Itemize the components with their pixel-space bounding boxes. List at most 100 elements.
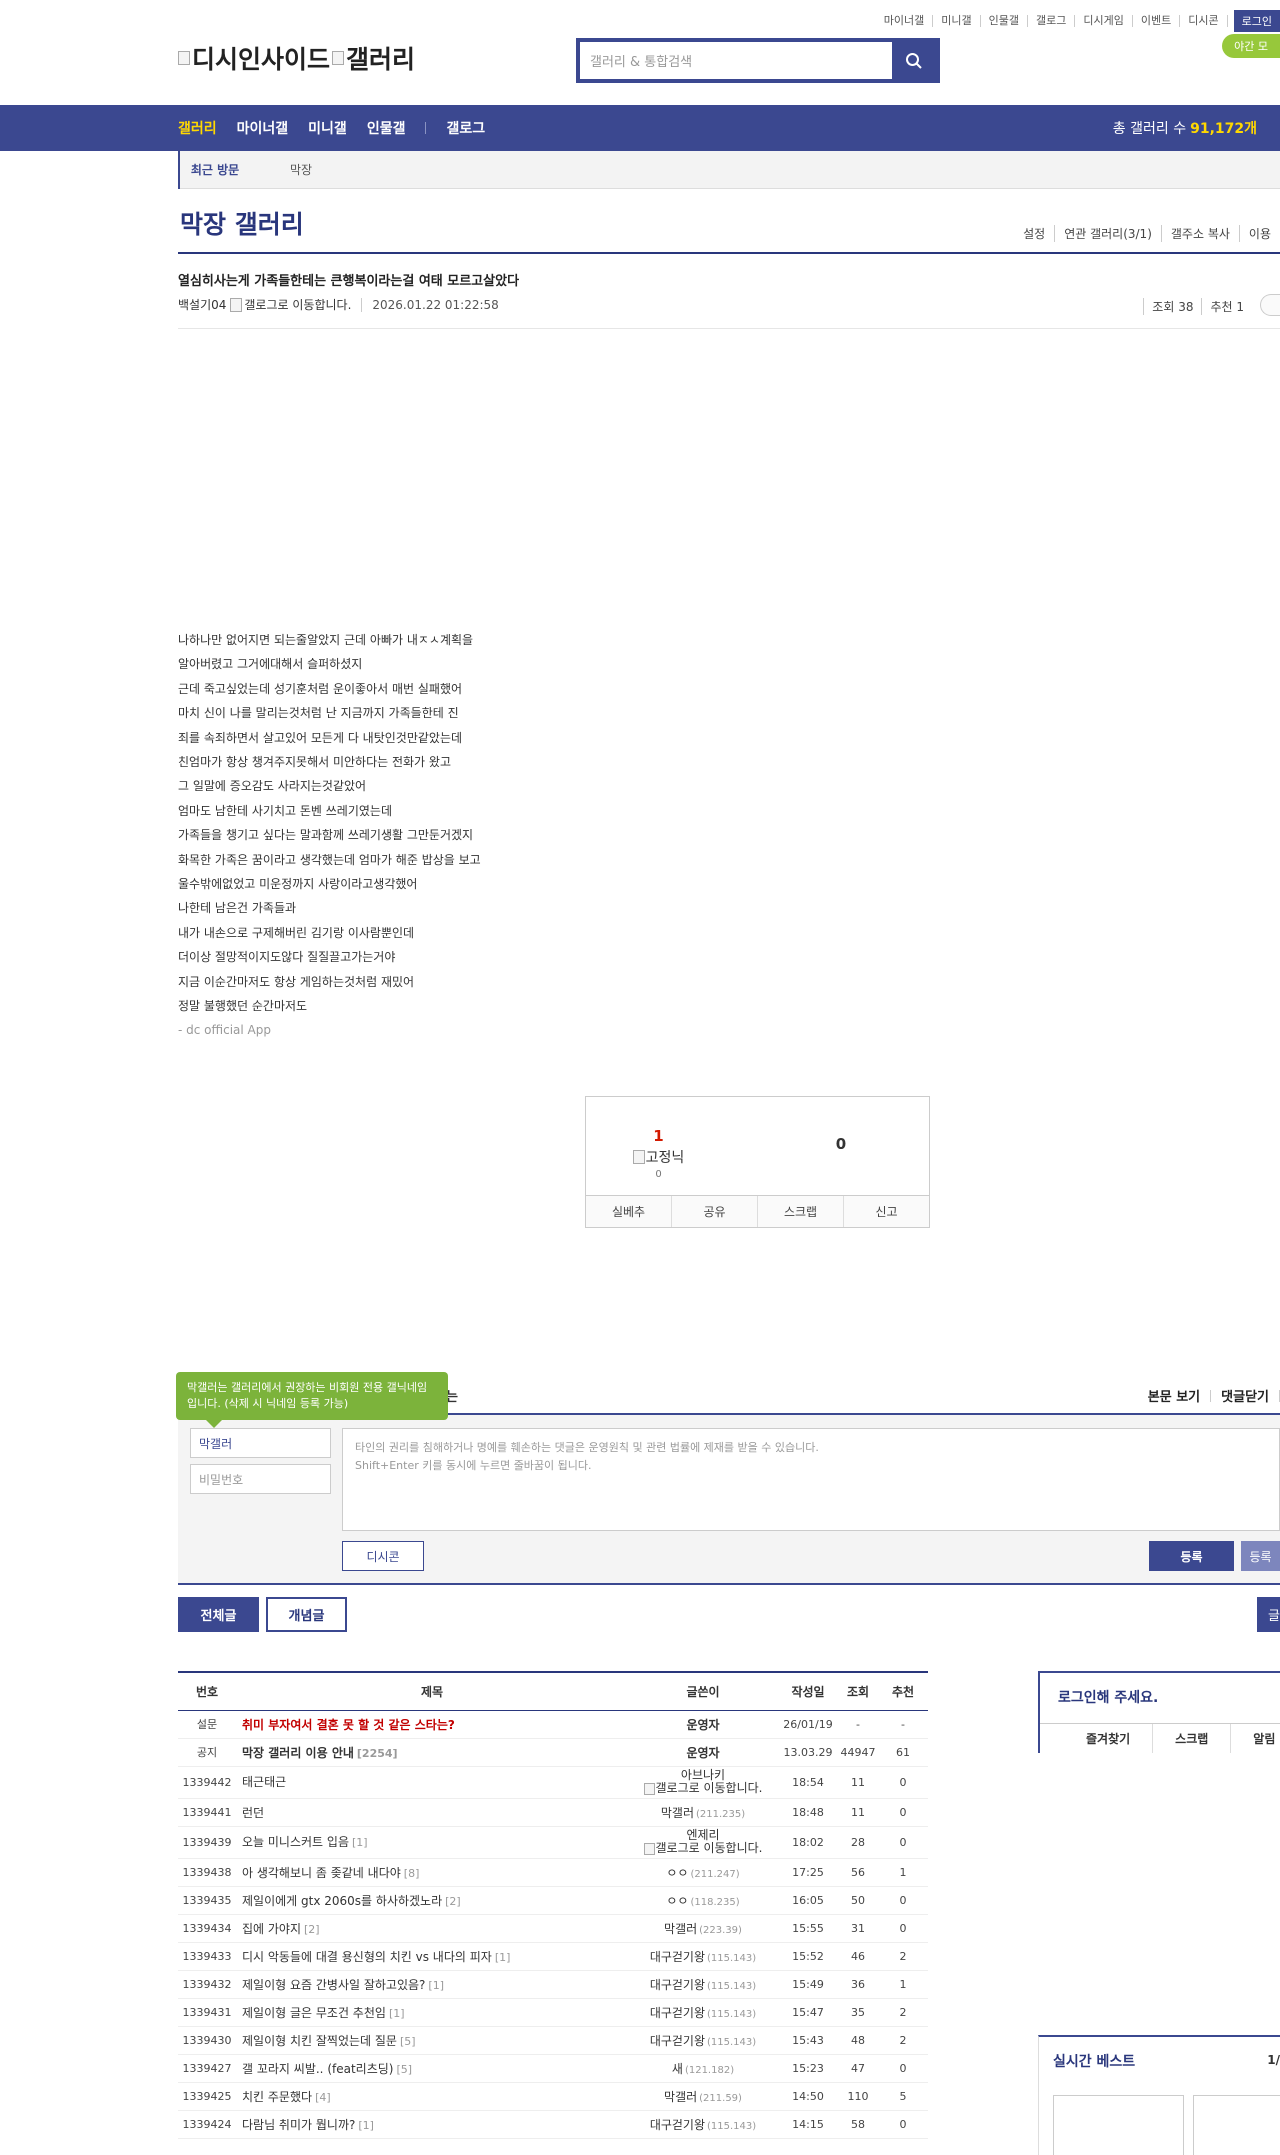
tab-recommended-posts[interactable]: 개념글 [266,1597,347,1632]
reply-count[interactable]: [1] [495,1951,511,1964]
nav-gallery[interactable]: 갤러리 [178,118,217,138]
recent-visit-item[interactable]: 막장 [290,161,312,178]
scrap-link[interactable]: 스크랩 [1152,1724,1230,1753]
reply-count[interactable]: [1] [358,2119,374,2132]
writer-name[interactable]: 대구걷기왕 [650,1950,705,1964]
post-author[interactable]: 백설기04 [178,296,226,313]
view-post-button[interactable]: 본문 보기 [1138,1386,1210,1405]
reply-count[interactable]: [2] [304,1923,320,1936]
post-title-link[interactable]: 집에 가야지 [242,1922,301,1936]
post-title-link[interactable]: 치킨 주문했다 [242,2090,312,2104]
reply-count[interactable]: [1] [389,2007,405,2020]
table-row[interactable]: 1339434 집에 가야지 [2] 막갤러 (223.39) 15:55 31 0 [178,1914,1018,1943]
post-title-cell[interactable]: 아 생각해보니 좀 좆같네 내다야 [8] [236,1858,628,1887]
reply-count[interactable]: [1] [352,1836,368,1849]
scrap-button[interactable]: 스크랩 [757,1196,843,1227]
nav-mini[interactable]: 미니갤 [308,118,347,138]
tab-all-posts[interactable]: 전체글 [178,1597,259,1632]
post-title-cell[interactable]: 태근태근 [236,1766,628,1799]
write-post-button[interactable]: 글 [1257,1597,1280,1632]
util-link-event[interactable]: 이벤트 [1133,15,1181,27]
post-writer[interactable]: 막갤러 (211.59) [628,2082,778,2111]
post-title-link[interactable]: 태근태근 [242,1775,286,1789]
post-title-link[interactable]: 갤 꼬라지 씨발.. (feat리츠딩) [242,2062,393,2076]
related-gallery-link[interactable]: 연관 갤러리(3/1) [1054,225,1161,242]
post-title-cell[interactable]: 다람님 취미가 뭡니까? [1] [236,2110,628,2139]
night-mode-toggle[interactable]: 야간 모 [1222,34,1280,58]
util-link-minor[interactable]: 마이너갤 [876,15,934,27]
post-writer[interactable]: 아브나키 갤로그로 이동합니다. [628,1766,778,1799]
post-title-cell[interactable]: 디시 악동들에 대결 용신형의 치킨 vs 내다의 피자 [1] [236,1942,628,1971]
gallog-badge-icon[interactable] [230,297,243,312]
table-row[interactable]: 1339435 제일이에게 gtx 2060s를 하사하겠노라 [2] ㅇㅇ (118.… [178,1886,1018,1915]
login-panel-title[interactable]: 로그인해 주세요. [1058,1687,1158,1707]
post-writer[interactable]: 대구걷기왕 (115.143) [628,1998,778,2027]
table-row[interactable]: 1339439 오늘 미니스커트 입음 [1] 엔제리 갤로그로 이동합니다. 18:02… [178,1826,1018,1859]
site-logo[interactable]: 디시인사이드 갤러리 [178,40,415,76]
nav-minor[interactable]: 마이너갤 [237,118,289,138]
writer-name[interactable]: 대구걷기왕 [650,2006,705,2020]
util-link-person[interactable]: 인물갤 [981,15,1029,27]
table-row[interactable]: 1339432 제일이형 요즘 간병사일 잘하고있음? [1] 대구걷기왕 (115.1… [178,1970,1018,1999]
comment-textarea[interactable]: 타인의 권리를 침해하거나 명예를 훼손하는 댓글은 운영원칙 및 관련 법률에… [342,1428,1280,1531]
table-row[interactable]: 1339427 갤 꼬라지 씨발.. (feat리츠딩) [5] 새 (121.182)… [178,2054,1018,2083]
post-title-cell[interactable]: 제일이형 치킨 잘찍었는데 질문 [5] [236,2026,628,2055]
close-comments-button[interactable]: 댓글닫기 [1211,1386,1279,1405]
util-link-game[interactable]: 디시게임 [1075,15,1133,27]
table-row[interactable]: 1339442 태근태근 아브나키 갤로그로 이동합니다. 18:54 11 0 [178,1766,1018,1799]
dccon-button[interactable]: 디시콘 [342,1541,424,1571]
report-button[interactable]: 신고 [843,1196,929,1227]
post-title-cell[interactable]: 제일이형 글은 무조건 추천임 [1] [236,1998,628,2027]
best-recommend-button[interactable]: 실베추 [586,1196,671,1227]
post-writer[interactable]: 대구걷기왕 (115.143) [628,1970,778,1999]
writer-name[interactable]: 대구걷기왕 [650,1978,705,1992]
search-button[interactable] [892,42,936,79]
copy-gallery-url-link[interactable]: 갤주소 복사 [1160,225,1239,242]
reply-count[interactable]: [2] [445,1895,461,1908]
util-link-gallog[interactable]: 갤로그 [1028,15,1076,27]
post-title-cell[interactable]: 런던 [236,1798,628,1827]
share-button[interactable]: 공유 [671,1196,757,1227]
gallog-badge[interactable]: 갤로그로 이동합니다. [643,1841,763,1855]
table-row[interactable]: 설문 취미 부자여서 결혼 못 할 것 같은 스타는? 운영자 26/01/19- - [178,1710,1018,1739]
post-title-link[interactable]: 제일이형 치킨 잘찍었는데 질문 [242,2034,397,2048]
table-row[interactable]: 1339433 디시 악동들에 대결 용신형의 치킨 vs 내다의 피자 [1] 대구… [178,1942,1018,1971]
submit-comment-alt-button[interactable]: 등록 [1241,1541,1280,1571]
post-writer[interactable]: ㅇㅇ (211.247) [628,1858,778,1887]
post-writer[interactable]: 새 (121.182) [628,2054,778,2083]
post-title-link[interactable]: 디시 악동들에 대결 용신형의 치킨 vs 내다의 피자 [242,1950,492,1964]
table-row[interactable]: 공지 막장 갤러리 이용 안내 [2254] 운영자 13.03.29 44947 61 [178,1738,1018,1767]
search-input[interactable]: 갤러리 & 통합검색 [580,42,892,79]
post-writer[interactable]: 막갤러 (223.39) [628,1914,778,1943]
gallery-usage-link[interactable]: 이용 [1238,225,1280,242]
nickname-field[interactable]: 막갤러 [190,1428,331,1458]
post-title-cell[interactable]: 제일이형 요즘 간병사일 잘하고있음? [1] [236,1970,628,1999]
post-writer[interactable]: ㅇㅇ (118.235) [628,1886,778,1915]
comment-count-bubble[interactable] [1260,294,1280,316]
writer-name[interactable]: 새 [672,2062,683,2076]
downvote-button[interactable]: 0 [801,1135,881,1153]
writer-name[interactable]: 막갤러 [664,2090,697,2104]
writer-name[interactable]: 막갤러 [661,1806,694,1820]
submit-comment-button[interactable]: 등록 [1149,1541,1234,1571]
reply-count[interactable]: [4] [315,2091,331,2104]
post-writer[interactable]: 운영자 [628,1710,778,1739]
writer-name[interactable]: ㅇㅇ [666,1894,688,1908]
table-row[interactable]: 1339441 런던 막갤러 (211.235) 18:48 11 0 [178,1798,1018,1827]
table-row[interactable]: 1339438 아 생각해보니 좀 좆같네 내다야 [8] ㅇㅇ (211.247) 17… [178,1858,1018,1887]
post-title-link[interactable]: 다람님 취미가 뭡니까? [242,2118,355,2132]
gallery-settings-link[interactable]: 설정 [1014,225,1054,242]
post-writer[interactable]: 막갤러 (211.235) [628,1798,778,1827]
table-row[interactable]: 1339425 치킨 주문했다 [4] 막갤러 (211.59) 14:50 110 5 [178,2082,1018,2111]
notification-link[interactable]: 알림 [1230,1724,1280,1753]
password-field[interactable]: 비밀번호 [190,1464,331,1494]
upvote-button[interactable]: 1 고정닉 0 [586,1127,731,1180]
realtime-best-pager[interactable]: 1/ [1267,2053,1280,2067]
best-card[interactable] [1053,2095,1184,2155]
post-title-link[interactable]: 오늘 미니스커트 입음 [242,1835,349,1849]
post-title-link[interactable]: 제일이형 글은 무조건 추천임 [242,2006,386,2020]
table-row[interactable]: 1339424 다람님 취미가 뭡니까? [1] 대구걷기왕 (115.143) 14:1… [178,2110,1018,2139]
post-writer[interactable]: 대구걷기왕 (115.143) [628,1942,778,1971]
post-title-cell[interactable]: 오늘 미니스커트 입음 [1] [236,1826,628,1859]
writer-name[interactable]: ㅇㅇ [666,1866,688,1880]
